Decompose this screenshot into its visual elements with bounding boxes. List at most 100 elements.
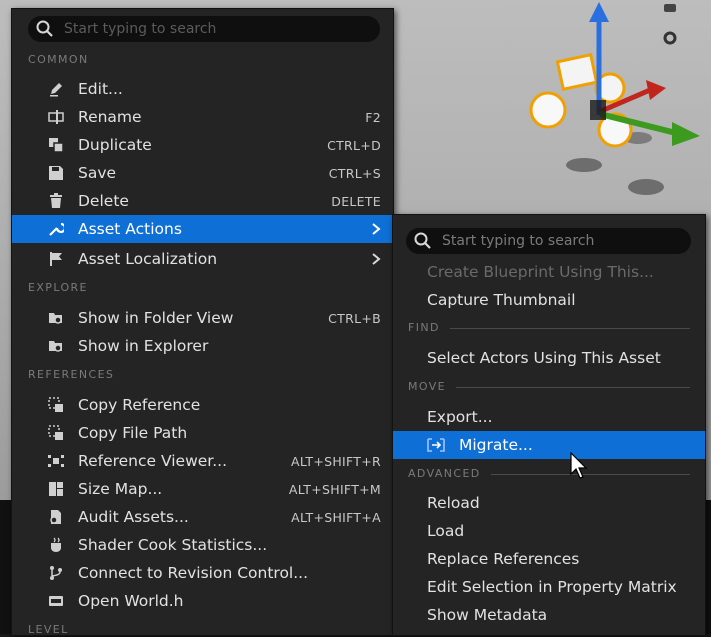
- folder-search-icon: [49, 341, 62, 352]
- menu-item-label: Rename: [78, 108, 142, 126]
- search-icon: [36, 20, 53, 37]
- menu-item-open-world-h[interactable]: Open World.h: [12, 587, 393, 615]
- revision-control-icon: [50, 566, 62, 580]
- menu-item-label: Delete: [78, 192, 129, 210]
- submenu-item-label: Capture Thumbnail: [427, 291, 576, 309]
- menu-item-copy-file-path[interactable]: Copy File Path: [12, 419, 393, 447]
- submenu-item-label: Export...: [427, 408, 493, 426]
- menu-item-label: Size Map...: [78, 480, 163, 498]
- divider: [490, 473, 690, 475]
- submenu-item-label: Show Metadata: [427, 606, 548, 624]
- search-placeholder: Start typing to search: [64, 21, 217, 37]
- search-icon: [414, 232, 431, 249]
- divider: [449, 327, 690, 329]
- menu-item-label: Save: [78, 164, 117, 182]
- submenu-item-create-blueprint: Create Blueprint Using This...: [393, 258, 705, 286]
- menu-item-shader-cook-statistics[interactable]: Shader Cook Statistics...: [12, 531, 393, 559]
- menu-item-label: Connect to Revision Control...: [78, 564, 309, 582]
- menu-item-duplicate[interactable]: Duplicate CTRL+D: [12, 131, 393, 159]
- pencil-icon: [50, 83, 62, 97]
- submenu-item-reload[interactable]: Reload: [393, 489, 705, 517]
- submenu-item-capture-thumbnail[interactable]: Capture Thumbnail: [393, 286, 705, 314]
- shortcut: ALT+SHIFT+A: [291, 509, 381, 525]
- submenu-item-label: Reload: [427, 494, 480, 512]
- submenu-item-label: Edit Selection in Property Matrix: [427, 578, 677, 596]
- audit-icon: [50, 510, 61, 524]
- menu-item-label: Shader Cook Statistics...: [78, 536, 268, 554]
- trash-icon: [50, 193, 62, 208]
- reference-viewer-icon: [48, 455, 64, 467]
- submenu-item-show-metadata[interactable]: Show Metadata: [393, 601, 705, 629]
- shortcut: CTRL+B: [328, 310, 381, 326]
- menu-item-label: Show in Explorer: [78, 337, 209, 355]
- shortcut: ALT+SHIFT+R: [291, 453, 381, 469]
- shader-icon: [51, 537, 61, 552]
- submenu-section-move: MOVE: [408, 380, 690, 394]
- cpp-file-icon: [49, 596, 63, 606]
- camera-icon[interactable]: [662, 0, 678, 16]
- section-common: COMMON: [28, 53, 89, 66]
- submenu-item-edit-property-matrix[interactable]: Edit Selection in Property Matrix: [393, 573, 705, 601]
- chevron-right-icon: [372, 223, 381, 235]
- menu-item-delete[interactable]: Delete DELETE: [12, 187, 393, 215]
- section-explore: EXPLORE: [28, 281, 88, 294]
- menu-item-audit-assets[interactable]: Audit Assets... ALT+SHIFT+A: [12, 503, 393, 531]
- size-map-icon: [49, 482, 63, 496]
- menu-item-label: Copy File Path: [78, 424, 188, 442]
- wrench-icon: [49, 222, 64, 236]
- section-label: MOVE: [408, 380, 447, 393]
- menu-item-label: Asset Localization: [78, 250, 218, 268]
- menu-item-label: Edit...: [78, 80, 123, 98]
- duplicate-icon: [49, 138, 64, 153]
- menu-item-asset-localization[interactable]: Asset Localization: [12, 245, 393, 273]
- submenu-item-load[interactable]: Load: [393, 517, 705, 545]
- submenu-item-select-actors[interactable]: Select Actors Using This Asset: [393, 344, 705, 372]
- menu-item-asset-actions[interactable]: Asset Actions: [12, 215, 393, 243]
- transform-gizmo[interactable]: [520, 0, 711, 210]
- menu-search-box[interactable]: Start typing to search: [28, 16, 380, 42]
- shortcut: ALT+SHIFT+M: [288, 481, 381, 497]
- shortcut: CTRL+D: [327, 137, 381, 153]
- menu-item-rename[interactable]: Rename F2: [12, 103, 393, 131]
- menu-item-show-in-explorer[interactable]: Show in Explorer: [12, 332, 393, 360]
- shortcut: CTRL+S: [328, 165, 381, 181]
- menu-item-reference-viewer[interactable]: Reference Viewer... ALT+SHIFT+R: [12, 447, 393, 475]
- submenu-search-box[interactable]: Start typing to search: [406, 228, 691, 254]
- menu-item-label: Open World.h: [78, 592, 184, 610]
- menu-item-save[interactable]: Save CTRL+S: [12, 159, 393, 187]
- submenu-item-label: Migrate...: [459, 436, 533, 454]
- folder-search-icon: [49, 313, 62, 324]
- flag-icon: [50, 252, 62, 266]
- menu-item-show-in-folder-view[interactable]: Show in Folder View CTRL+B: [12, 304, 393, 332]
- rename-icon: [48, 110, 64, 124]
- menu-item-label: Duplicate: [78, 136, 152, 154]
- submenu-item-label: Select Actors Using This Asset: [427, 349, 661, 367]
- menu-item-label: Asset Actions: [78, 220, 182, 238]
- submenu-section-advanced: ADVANCED: [408, 467, 690, 481]
- shortcut: F2: [365, 109, 381, 125]
- menu-item-copy-reference[interactable]: Copy Reference: [12, 391, 393, 419]
- asset-context-menu: Start typing to search COMMON Edit... Re…: [11, 8, 394, 636]
- section-label: ADVANCED: [408, 467, 481, 480]
- settings-icon[interactable]: [662, 30, 678, 46]
- section-references: REFERENCES: [28, 368, 115, 381]
- menu-item-size-map[interactable]: Size Map... ALT+SHIFT+M: [12, 475, 393, 503]
- chevron-right-icon: [372, 253, 381, 265]
- menu-item-label: Show in Folder View: [78, 309, 234, 327]
- asset-actions-submenu: Start typing to search Create Blueprint …: [392, 214, 706, 636]
- submenu-item-replace-references[interactable]: Replace References: [393, 545, 705, 573]
- divider: [456, 386, 690, 388]
- menu-item-edit[interactable]: Edit...: [12, 75, 393, 103]
- submenu-item-migrate[interactable]: Migrate...: [393, 431, 705, 459]
- mouse-cursor-icon: [570, 452, 588, 479]
- save-icon: [49, 166, 63, 180]
- copy-path-icon: [48, 425, 63, 440]
- menu-item-connect-revision-control[interactable]: Connect to Revision Control...: [12, 559, 393, 587]
- search-placeholder: Start typing to search: [442, 233, 595, 249]
- menu-item-label: Copy Reference: [78, 396, 201, 414]
- submenu-section-find: FIND: [408, 321, 690, 335]
- section-level: LEVEL: [28, 623, 69, 636]
- submenu-item-export[interactable]: Export...: [393, 403, 705, 431]
- section-label: FIND: [408, 321, 440, 334]
- copy-reference-icon: [48, 397, 63, 412]
